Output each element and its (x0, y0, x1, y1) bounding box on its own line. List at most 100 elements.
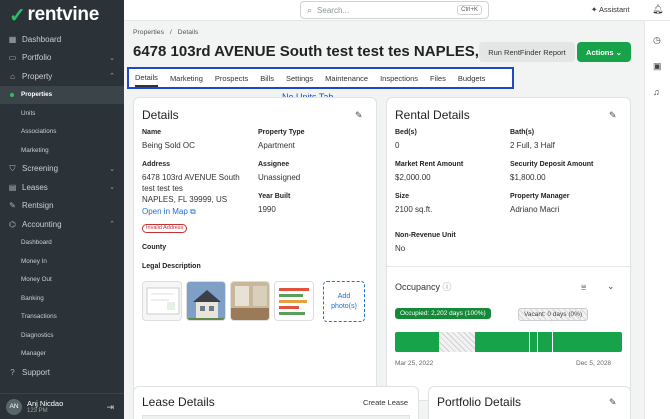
chevron-down-icon: ⌄ (615, 47, 622, 57)
portfolio-details-card: Portfolio Details ✎ (428, 386, 631, 419)
deposit-label: Security Deposit Amount (510, 161, 594, 168)
sidebar-item-support[interactable]: ? Support (0, 363, 124, 382)
portfolio-details-title: Portfolio Details (437, 395, 522, 409)
beds-value: 0 (395, 141, 400, 150)
tab-files[interactable]: Files (430, 69, 446, 87)
tab-maintenance[interactable]: Maintenance (325, 69, 368, 87)
search-placeholder: Search... (317, 5, 350, 15)
edit-pencil-icon[interactable]: ✎ (355, 110, 363, 121)
notifications-bell-icon[interactable]: 🔔︎ (652, 4, 663, 15)
occupancy-segment-occupied (395, 332, 439, 352)
run-rentfinder-button[interactable]: Run RentFinder Report (479, 42, 575, 62)
actions-button[interactable]: Actions ⌄ (577, 42, 631, 62)
sidebar-item-acct-dashboard[interactable]: Dashboard (0, 234, 124, 253)
lease-table-header (142, 415, 410, 419)
sidebar-item-properties[interactable]: Properties (0, 85, 124, 104)
topbar: ⌕ Search... Ctrl+K ✦ Assistant 🔔︎ (124, 0, 670, 21)
shortcut-hint: Ctrl+K (457, 5, 482, 15)
sidebar-item-portfolio[interactable]: ▭ Portfolio ⌄ (0, 49, 124, 68)
breadcrumb-properties[interactable]: Properties (133, 29, 164, 36)
right-rail: ◷ ▣ ♫ (644, 21, 670, 419)
tab-prospects[interactable]: Prospects (215, 69, 248, 87)
name-value: Being Sold OC (142, 141, 195, 150)
edit-pencil-icon[interactable]: ✎ (609, 397, 617, 408)
chart-photo-icon (275, 282, 313, 320)
chevron-down-icon: ⌄ (109, 184, 115, 192)
sidebar-nav: ▦ Dashboard ▭ Portfolio ⌄ ⌂ Property ⌃ Proper… (0, 30, 124, 382)
rentvine-logo-icon: ✓ (9, 4, 26, 27)
beds-label: Bed(s) (395, 129, 417, 136)
tab-details[interactable]: Details (135, 69, 158, 87)
filter-icon[interactable]: ⩸ (581, 282, 586, 293)
room-photo-icon (231, 282, 269, 320)
sidebar-item-dashboard[interactable]: ▦ Dashboard (0, 30, 124, 49)
create-lease-button[interactable]: Create Lease (363, 397, 408, 408)
add-photo-button[interactable]: Add photo(s) (323, 281, 365, 322)
address-line2: test test tes (142, 184, 183, 193)
occupied-pill: Occupied: 2,202 days (100%) (395, 308, 491, 319)
sidebar-item-manager[interactable]: Manager (0, 345, 124, 364)
size-label: Size (395, 193, 410, 200)
bell-icon[interactable]: ♫ (653, 87, 660, 97)
tab-bills[interactable]: Bills (260, 69, 274, 87)
sidebar-item-screening[interactable]: ⛉ Screening ⌄ (0, 160, 124, 179)
user-name: Anj Nicdao (27, 399, 64, 408)
clock-icon[interactable]: ◷ (653, 35, 661, 46)
assistant-button[interactable]: ✦ Assistant (591, 5, 629, 14)
open-in-map-link[interactable]: Open in Map ⧉ (142, 206, 196, 217)
sidebar-item-diagnostics[interactable]: Diagnostics (0, 326, 124, 345)
sidebar-item-associations[interactable]: Associations (0, 123, 124, 142)
notes-icon[interactable]: ▣ (653, 61, 662, 72)
chevron-up-icon: ⌃ (109, 73, 115, 81)
photo-thumbnail[interactable] (274, 281, 314, 321)
grid-icon: ▦ (8, 34, 17, 44)
sidebar: ✓ rentvine ▦ Dashboard ▭ Portfolio ⌄ ⌂ Proper… (0, 0, 124, 419)
user-profile[interactable]: AN Anj Nicdao 123 PM ⇥ (0, 393, 124, 419)
tab-settings[interactable]: Settings (286, 69, 313, 87)
sidebar-item-units[interactable]: Units (0, 104, 124, 123)
page-title[interactable]: 6478 103rd AVENUE South test test tes NA… (133, 43, 512, 60)
logout-icon[interactable]: ⇥ (106, 402, 114, 413)
external-link-icon: ⧉ (190, 207, 196, 216)
vacant-pill: Vacant: 0 days (0%) (518, 308, 589, 321)
tab-budgets[interactable]: Budgets (458, 69, 486, 87)
sidebar-item-money-in[interactable]: Money In (0, 252, 124, 271)
search-icon: ⌕ (307, 4, 313, 15)
property-type-label: Property Type (258, 129, 305, 136)
tab-inspections[interactable]: Inspections (380, 69, 418, 87)
chevron-down-icon[interactable]: ⌄ (607, 281, 615, 292)
sidebar-item-accounting[interactable]: ⌬ Accounting ⌃ (0, 215, 124, 234)
tab-marketing[interactable]: Marketing (170, 69, 203, 87)
avatar: AN (6, 398, 22, 415)
sidebar-item-leases[interactable]: ▤ Leases ⌄ (0, 178, 124, 197)
photo-thumbnail[interactable] (142, 281, 182, 321)
deposit-value: $1,800.00 (510, 173, 546, 182)
sidebar-item-property[interactable]: ⌂ Property ⌃ (0, 67, 124, 86)
property-manager-label: Property Manager (510, 193, 570, 200)
document-thumb-icon (146, 287, 180, 315)
chevron-down-icon: ⌄ (109, 165, 115, 173)
sidebar-item-banking[interactable]: Banking (0, 289, 124, 308)
sparkle-icon: ✦ (591, 5, 598, 14)
property-type-value: Apartment (258, 141, 295, 150)
photo-thumbnail[interactable] (230, 281, 270, 321)
sidebar-item-transactions[interactable]: Transactions (0, 308, 124, 327)
brand-logo[interactable]: ✓ rentvine (0, 0, 124, 30)
market-rent-label: Market Rent Amount (395, 161, 464, 168)
search-input[interactable]: ⌕ Search... Ctrl+K (300, 1, 489, 19)
rental-details-card: Rental Details ✎ Bed(s) 0 Bath(s) 2 Full… (386, 97, 632, 401)
edit-pencil-icon[interactable]: ✎ (609, 110, 617, 121)
sidebar-item-marketing[interactable]: Marketing (0, 141, 124, 160)
non-revenue-value: No (395, 244, 406, 253)
sidebar-item-rentsign[interactable]: ✎ Rentsign (0, 197, 124, 216)
bank-icon: ⌬ (9, 219, 16, 229)
breadcrumb: Properties / Details (133, 29, 199, 36)
help-icon: ? (10, 367, 15, 377)
year-built-label: Year Built (258, 193, 291, 200)
occupancy-start-date: Mar 25, 2022 (395, 360, 434, 367)
sidebar-item-money-out[interactable]: Money Out (0, 271, 124, 290)
photo-thumbnail[interactable] (186, 281, 226, 321)
size-value: 2100 sq.ft. (395, 205, 433, 214)
county-label: County (142, 244, 167, 251)
occupancy-segment-occupied (553, 332, 622, 352)
